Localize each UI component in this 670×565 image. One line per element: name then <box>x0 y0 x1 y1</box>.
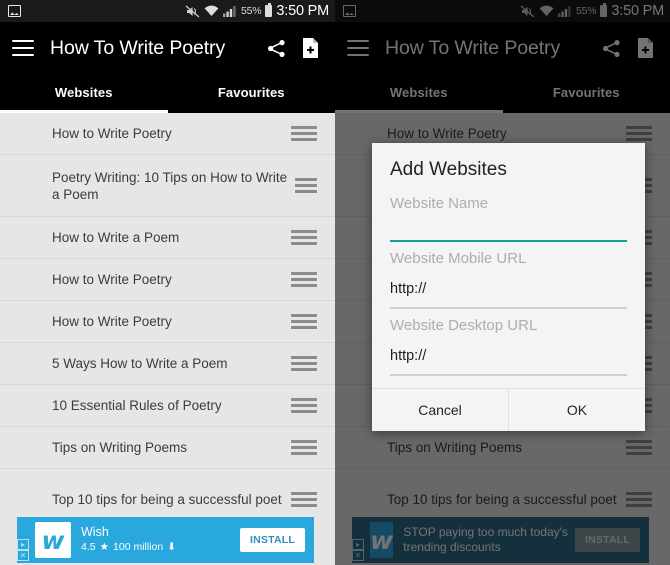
website-desktop-url-field[interactable]: Website Desktop URL http:// <box>372 309 645 376</box>
list-item-label: Poetry Writing: 10 Tips on How to Write … <box>52 169 288 202</box>
website-mobile-url-field[interactable]: Website Mobile URL http:// <box>372 242 645 309</box>
status-bar-right: 55% 3:50 PM <box>185 3 329 19</box>
adchoices-icon[interactable]: ▸ <box>17 539 29 550</box>
list-item[interactable]: How to Write Poetry <box>0 301 335 343</box>
adchoices-controls[interactable]: ▸ ✕ <box>17 539 29 561</box>
website-desktop-url-input[interactable]: http:// <box>390 334 627 366</box>
ad-content[interactable]: ▸ ✕ w Wish 4.5 ★ 100 million ⬇ INSTALL <box>17 517 314 563</box>
list-item-label: How to Write Poetry <box>52 272 172 287</box>
list-item-label: 5 Ways How to Write a Poem <box>52 356 228 371</box>
tab-bar: Websites Favourites <box>0 74 335 113</box>
battery-icon <box>265 3 273 17</box>
drag-handle-icon[interactable] <box>291 230 317 245</box>
signal-bars-icon <box>222 6 236 17</box>
list-item[interactable]: How to Write a Poem <box>0 217 335 259</box>
list-item-label: How to Write Poetry <box>52 126 172 141</box>
clock-label: 3:50 PM <box>276 3 329 19</box>
phone-screen-left: 55% 3:50 PM How To Write Poetry Websites… <box>0 0 335 565</box>
tab-websites[interactable]: Websites <box>0 74 168 113</box>
install-button[interactable]: INSTALL <box>240 528 305 552</box>
ad-banner-left[interactable]: ▸ ✕ w Wish 4.5 ★ 100 million ⬇ INSTALL <box>0 515 335 565</box>
phone-screen-right: 55% 3:50 PM How To Write Poetry <box>335 0 670 565</box>
drag-handle-icon[interactable] <box>291 398 317 413</box>
page-title: How To Write Poetry <box>50 36 226 59</box>
gallery-icon <box>8 5 21 17</box>
download-icon: ⬇ <box>167 541 177 553</box>
ad-app-meta: 4.5 ★ 100 million ⬇ <box>81 540 176 555</box>
website-desktop-url-label: Website Desktop URL <box>390 317 538 334</box>
share-icon[interactable] <box>267 39 286 58</box>
website-list-left: How to Write Poetry Poetry Writing: 10 Ti… <box>0 113 335 531</box>
add-document-icon[interactable] <box>302 38 319 58</box>
list-item[interactable]: 5 Ways How to Write a Poem <box>0 343 335 385</box>
list-item[interactable]: How to Write Poetry <box>0 113 335 155</box>
drag-handle-icon[interactable] <box>291 126 317 141</box>
status-bar: 55% 3:50 PM <box>0 0 335 22</box>
list-item[interactable]: Poetry Writing: 10 Tips on How to Write … <box>0 155 335 217</box>
drag-handle-icon[interactable] <box>291 356 317 371</box>
list-item-label: Top 10 tips for being a successful poet <box>52 492 282 507</box>
dialog-actions: Cancel OK <box>372 388 645 431</box>
list-item[interactable]: 10 Essential Rules of Poetry <box>0 385 335 427</box>
cancel-button[interactable]: Cancel <box>372 389 508 431</box>
website-name-input[interactable] <box>390 212 627 232</box>
drag-handle-icon[interactable] <box>294 178 317 193</box>
ok-button[interactable]: OK <box>508 389 645 431</box>
website-mobile-url-label: Website Mobile URL <box>390 250 527 267</box>
vibrate-mute-icon <box>185 5 200 17</box>
app-bar: How To Write Poetry <box>0 22 335 74</box>
battery-percent-label: 55% <box>240 5 262 17</box>
dialog-title: Add Websites <box>390 159 507 180</box>
website-name-label: Website Name <box>390 195 489 212</box>
tab-favourites[interactable]: Favourites <box>168 74 336 113</box>
website-mobile-url-input[interactable]: http:// <box>390 267 627 299</box>
wifi-icon <box>204 5 219 16</box>
app-bar-actions <box>267 38 323 58</box>
list-item[interactable]: How to Write Poetry <box>0 259 335 301</box>
drag-handle-icon[interactable] <box>291 314 317 329</box>
website-name-field[interactable]: Website Name <box>372 187 645 242</box>
ad-rating-value: 4.5 <box>81 541 96 553</box>
ad-downloads-value: 100 million <box>113 541 164 553</box>
drag-handle-icon[interactable] <box>291 272 317 287</box>
star-icon: ★ <box>99 541 110 553</box>
list-item-label: How to Write Poetry <box>52 314 172 329</box>
list-item-label: 10 Essential Rules of Poetry <box>52 398 222 413</box>
screenshot-stage: 55% 3:50 PM How To Write Poetry Websites… <box>0 0 670 565</box>
close-icon[interactable]: ✕ <box>17 550 29 561</box>
list-item-label: Tips on Writing Poems <box>52 440 188 455</box>
website-desktop-url-underline <box>390 374 627 376</box>
ad-app-logo: w <box>35 522 71 558</box>
status-bar-left <box>8 5 21 17</box>
drag-handle-icon[interactable] <box>291 440 317 455</box>
list-item[interactable]: Tips on Writing Poems <box>0 427 335 469</box>
drag-handle-icon[interactable] <box>291 492 317 507</box>
ad-app-title: Wish <box>81 525 109 539</box>
ad-text-block: Wish 4.5 ★ 100 million ⬇ <box>81 525 176 555</box>
add-websites-dialog: Add Websites Website Name Website Mobile… <box>372 143 645 431</box>
list-item-label: How to Write a Poem <box>52 230 180 245</box>
hamburger-menu-icon[interactable] <box>12 40 34 56</box>
